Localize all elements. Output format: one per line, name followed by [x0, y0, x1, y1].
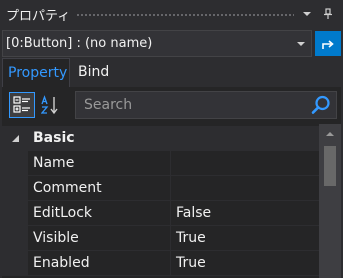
property-grid-rows: Basic Name Comment EditLock False Visibl…	[2, 126, 319, 276]
property-row-comment[interactable]: Comment	[2, 176, 319, 201]
property-toolbar	[2, 87, 341, 124]
tab-strip: Property Bind	[0, 58, 343, 87]
row-margin	[2, 226, 28, 251]
title-bar[interactable]: プロパティ	[0, 0, 343, 30]
title-grip	[76, 13, 294, 18]
search-input[interactable]	[76, 92, 304, 118]
row-margin	[2, 151, 28, 176]
property-value[interactable]: True	[176, 255, 206, 271]
tab-property[interactable]: Property	[2, 58, 70, 87]
sort-alphabetical-icon	[41, 95, 58, 115]
alphabetical-button[interactable]	[38, 92, 64, 118]
column-separator[interactable]	[170, 176, 171, 201]
categorized-view-icon	[13, 96, 30, 113]
tab-bind[interactable]: Bind	[78, 58, 118, 87]
object-selector-combobox[interactable]: [0:Button] : (no name)	[2, 30, 312, 57]
row-margin	[2, 176, 28, 201]
column-separator[interactable]	[170, 226, 171, 251]
property-value[interactable]: True	[176, 230, 206, 246]
go-to-source-icon	[322, 39, 334, 49]
category-row-basic[interactable]: Basic	[2, 126, 319, 151]
object-selector-row: [0:Button] : (no name)	[0, 30, 343, 58]
scrollbar-thumb[interactable]	[324, 146, 336, 186]
property-name: Visible	[33, 230, 79, 246]
property-row-visible[interactable]: Visible True	[2, 226, 319, 251]
property-value[interactable]: False	[176, 205, 211, 221]
categorized-button[interactable]	[9, 92, 35, 118]
property-name: Enabled	[33, 255, 90, 271]
properties-panel: プロパティ [0:Button] : (no name) Property Bi…	[0, 0, 343, 278]
scroll-up-arrow-icon[interactable]	[326, 132, 334, 136]
auto-hide-pin-button[interactable]	[320, 6, 336, 22]
search-button[interactable]	[310, 95, 332, 115]
category-label: Basic	[33, 130, 75, 146]
go-to-object-button[interactable]	[315, 31, 341, 56]
property-grid: Basic Name Comment EditLock False Visibl…	[2, 124, 341, 278]
property-row-editlock[interactable]: EditLock False	[2, 201, 319, 226]
property-name: EditLock	[33, 205, 93, 221]
chevron-down-icon	[303, 12, 311, 16]
search-icon	[311, 95, 330, 114]
chevron-down-icon	[297, 42, 305, 46]
search-box	[75, 91, 337, 119]
window-position-dropdown-button[interactable]	[299, 6, 315, 22]
column-separator[interactable]	[170, 251, 171, 276]
collapse-triangle-icon[interactable]	[12, 135, 19, 142]
property-row-name[interactable]: Name	[2, 151, 319, 176]
row-margin	[2, 201, 28, 226]
panel-title: プロパティ	[6, 9, 71, 24]
pin-icon	[324, 8, 332, 19]
column-separator[interactable]	[170, 151, 171, 176]
column-separator[interactable]	[170, 201, 171, 226]
object-selector-value: [0:Button] : (no name)	[6, 36, 153, 51]
property-name: Name	[33, 155, 75, 171]
row-margin	[2, 251, 28, 276]
property-row-enabled[interactable]: Enabled True	[2, 251, 319, 276]
vertical-scrollbar[interactable]	[319, 124, 341, 278]
property-name: Comment	[33, 180, 102, 196]
